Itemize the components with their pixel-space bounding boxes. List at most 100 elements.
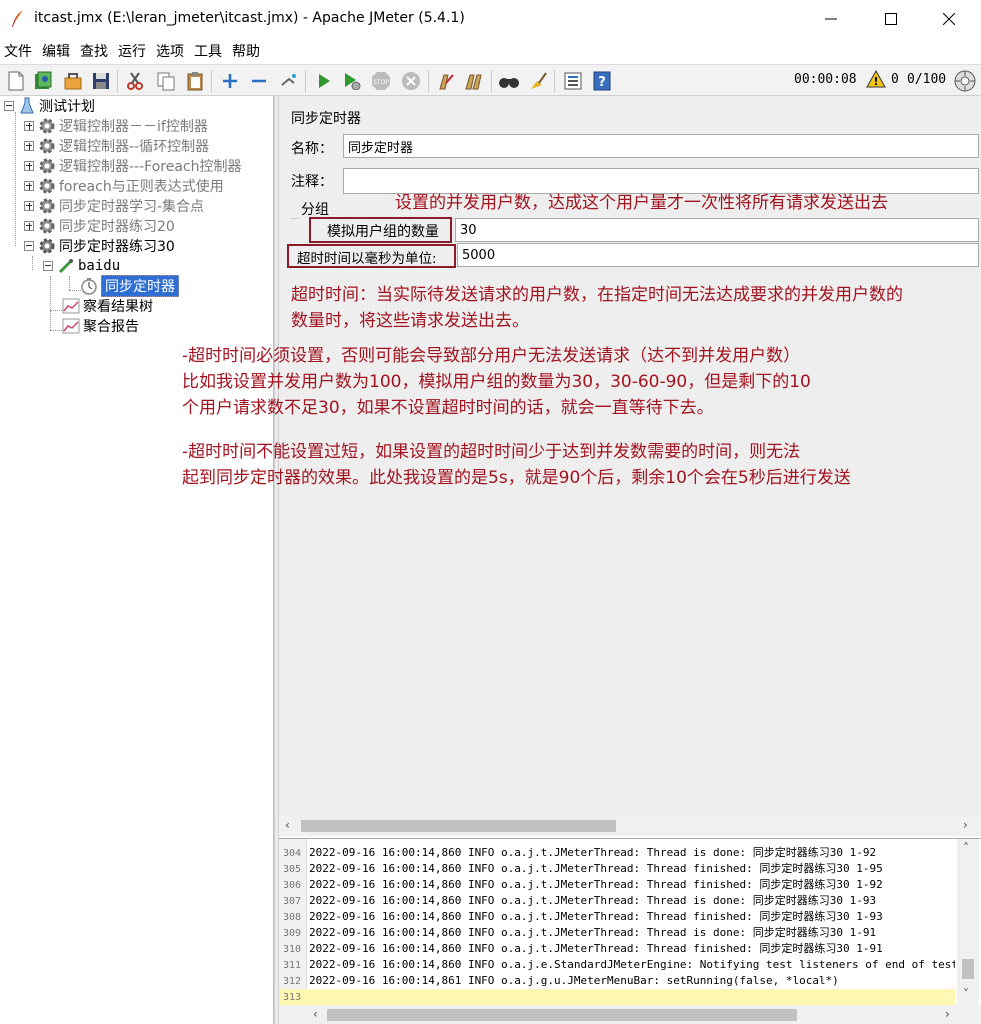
gear-icon: [38, 217, 56, 235]
name-label: 名称：: [291, 141, 333, 157]
flask-icon: [18, 97, 36, 115]
scroll-down-icon[interactable]: ˅: [963, 987, 969, 1001]
menu-run[interactable]: 运行: [118, 41, 146, 61]
annotation-note2-line2: 起到同步定时器的效果。此处我设置的是5s，就是90个后，剩余10个会在5秒后进行…: [182, 468, 851, 488]
panel-horizontal-scrollbar[interactable]: ‹ ›: [279, 816, 981, 836]
scroll-up-icon[interactable]: ˄: [963, 841, 969, 855]
scroll-right-icon[interactable]: ›: [963, 818, 968, 832]
active-threads: 0/100: [907, 72, 947, 87]
tree-node-thread-group[interactable]: 逻辑控制器---Foreach控制器: [24, 156, 242, 176]
scroll-right-icon[interactable]: ›: [945, 1007, 950, 1021]
log-line-current: 313: [279, 989, 955, 1005]
tree-label: 同步定时器练习20: [59, 219, 175, 235]
minimize-button[interactable]: [808, 0, 854, 38]
log-viewer[interactable]: 304 2022-09-16 16:00:14,860 INFO o.a.j.t.…: [279, 838, 981, 1024]
start-no-pause-icon[interactable]: [341, 70, 363, 92]
tree-label: 察看结果树: [83, 299, 153, 315]
svg-text:?: ?: [598, 75, 606, 90]
stopwatch-icon: [80, 277, 98, 295]
search-icon[interactable]: [498, 70, 520, 92]
gear-icon: [38, 137, 56, 155]
copy-icon[interactable]: [155, 70, 177, 92]
collapse-toggle[interactable]: [43, 261, 53, 271]
gear-icon: [38, 237, 56, 255]
clear-all-icon[interactable]: [464, 70, 486, 92]
annotation-group-size: 设置的并发用户数，达成这个用户量才一次性将所有请求发送出去: [395, 193, 888, 213]
maximize-button[interactable]: [868, 0, 914, 38]
log-line: 312 2022-09-16 16:00:14,861 INFO o.a.j.g.…: [283, 974, 839, 987]
tree-node-aggregate-report[interactable]: 聚合报告: [62, 316, 139, 336]
menu-search[interactable]: 查找: [80, 41, 108, 61]
remote-status-icon[interactable]: [954, 70, 976, 96]
open-icon[interactable]: [62, 70, 84, 92]
menu-help[interactable]: 帮助: [232, 41, 260, 61]
svg-text:STOP: STOP: [373, 79, 389, 86]
log-line: 310 2022-09-16 16:00:14,860 INFO o.a.j.t.…: [283, 942, 883, 955]
stop-icon[interactable]: STOP: [370, 70, 392, 92]
scrollbar-thumb[interactable]: [962, 959, 974, 979]
gear-icon: [38, 197, 56, 215]
new-icon[interactable]: [5, 70, 27, 92]
shutdown-icon[interactable]: [400, 70, 422, 92]
toggle-icon[interactable]: [278, 70, 300, 92]
menu-tools[interactable]: 工具: [194, 41, 222, 61]
menu-options[interactable]: 选项: [156, 41, 184, 61]
tree-node-view-results-tree[interactable]: 察看结果树: [62, 296, 153, 316]
tree-node-thread-group[interactable]: 逻辑控制器--循环控制器: [24, 136, 209, 156]
scroll-left-icon[interactable]: ‹: [285, 818, 290, 832]
paste-icon[interactable]: [184, 70, 206, 92]
expand-toggle[interactable]: [24, 181, 34, 191]
tree-node-thread-group[interactable]: 逻辑控制器－－if控制器: [24, 116, 208, 136]
annotation-note1-line3: 个用户请求数不足30，如果不设置超时时间的话，就会一直等待下去。: [182, 398, 714, 418]
log-horizontal-scrollbar[interactable]: ‹ ›: [279, 1005, 981, 1024]
reset-search-icon[interactable]: [527, 70, 549, 92]
name-input[interactable]: 同步定时器: [343, 134, 979, 158]
start-icon[interactable]: [313, 70, 335, 92]
tree-label: 逻辑控制器--循环控制器: [59, 139, 210, 155]
menu-file[interactable]: 文件: [4, 41, 32, 61]
collapse-toggle[interactable]: [4, 101, 14, 111]
tree-node-sync-timer[interactable]: 同步定时器: [80, 275, 179, 297]
expand-toggle[interactable]: [24, 201, 34, 211]
close-button[interactable]: [926, 0, 972, 38]
close-icon: [943, 13, 955, 25]
test-plan-tree: 测试计划 逻辑控制器－－if控制器 逻辑控制器--循环控制器 逻辑控制器---F…: [0, 96, 274, 1024]
scrollbar-thumb[interactable]: [327, 1009, 797, 1021]
expand-toggle[interactable]: [24, 121, 34, 131]
templates-icon[interactable]: [32, 70, 54, 92]
help-icon[interactable]: ?: [591, 70, 613, 92]
tree-label: foreach与正则表达式使用: [59, 179, 224, 195]
tree-node-http-sampler[interactable]: baidu: [43, 256, 120, 276]
cut-icon[interactable]: [124, 70, 146, 92]
clear-icon[interactable]: [435, 70, 457, 92]
tree-node-thread-group[interactable]: 同步定时器练习30: [24, 236, 175, 256]
log-line: 309 2022-09-16 16:00:14,860 INFO o.a.j.t.…: [283, 926, 877, 939]
tree-node-thread-group[interactable]: 同步定时器练习20: [24, 216, 175, 236]
tree-node-test-plan[interactable]: 测试计划: [4, 96, 95, 116]
warning-icon[interactable]: !: [866, 69, 886, 92]
expand-toggle[interactable]: [24, 141, 34, 151]
window-title: itcast.jmx (E:\leran_jmeter\itcast.jmx) …: [34, 10, 465, 26]
scrollbar-thumb[interactable]: [301, 820, 616, 832]
tree-node-thread-group[interactable]: foreach与正则表达式使用: [24, 176, 224, 196]
menu-edit[interactable]: 编辑: [42, 41, 70, 61]
expand-icon[interactable]: [219, 70, 241, 92]
log-vertical-scrollbar[interactable]: ˄ ˅: [957, 839, 979, 1005]
save-icon[interactable]: [90, 70, 112, 92]
scroll-left-icon[interactable]: ‹: [313, 1007, 318, 1021]
title-bar: itcast.jmx (E:\leran_jmeter\itcast.jmx) …: [0, 0, 981, 38]
gear-icon: [38, 177, 56, 195]
panel-title: 同步定时器: [291, 111, 361, 127]
chart-icon: [62, 297, 80, 315]
expand-toggle[interactable]: [24, 161, 34, 171]
toolbar: STOP ? 00:00:08 ! 0 0/100: [0, 64, 981, 96]
group-size-input[interactable]: 30: [455, 218, 979, 242]
collapse-icon[interactable]: [248, 70, 270, 92]
tree-node-thread-group[interactable]: 同步定时器学习-集合点: [24, 196, 204, 216]
timeout-input[interactable]: 5000: [457, 243, 979, 267]
minimize-icon: [825, 18, 837, 20]
jmeter-feather-icon: [10, 10, 24, 28]
collapse-toggle[interactable]: [24, 241, 34, 251]
expand-toggle[interactable]: [24, 221, 34, 231]
function-helper-icon[interactable]: [562, 70, 584, 92]
